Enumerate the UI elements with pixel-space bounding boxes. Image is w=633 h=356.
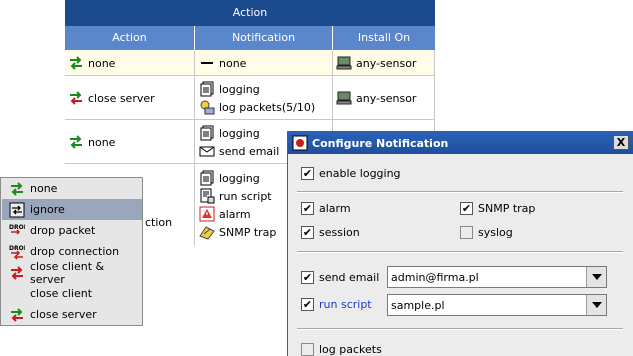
notification-cell[interactable]: run script: [199, 188, 272, 204]
notification-cell[interactable]: alarm: [199, 206, 251, 222]
alarm-checkbox[interactable]: ✔ alarm: [301, 202, 351, 215]
drop-packet-icon: DROP: [9, 223, 29, 239]
checkbox-box: ✔: [301, 226, 314, 239]
script-name-value: sample.pl: [391, 298, 445, 312]
accept-arrows-icon: [9, 181, 25, 197]
ignore-icon: [9, 202, 25, 218]
script-icon: [199, 188, 215, 204]
close-button[interactable]: X: [613, 135, 629, 150]
run-script-link[interactable]: run script: [319, 298, 372, 311]
checkbox-box: ✔: [301, 271, 314, 284]
sensor-icon: [336, 55, 352, 71]
chevron-down-icon[interactable]: [586, 295, 606, 315]
notification-cell[interactable]: logging: [199, 125, 260, 141]
syslog-checkbox[interactable]: syslog: [460, 226, 513, 239]
dash-icon: [199, 55, 215, 71]
action-cell[interactable]: ction: [145, 216, 172, 229]
action-context-menu: none ignore DROP drop packet DROP drop c…: [0, 177, 143, 326]
log-packets-checkbox[interactable]: log packets: [301, 343, 382, 356]
alarm-icon: [199, 206, 215, 222]
menu-item-close-client[interactable]: close client: [2, 283, 142, 304]
menu-item-none[interactable]: none: [2, 178, 142, 199]
divider: [297, 191, 623, 193]
menu-item-drop-packet[interactable]: DROP drop packet: [2, 220, 142, 241]
checkbox-box: ✔: [460, 202, 473, 215]
svg-text:DROP: DROP: [9, 245, 25, 252]
snmp-trap-icon: [199, 224, 215, 240]
menu-item-close-server[interactable]: close server: [2, 304, 142, 325]
accept-arrows-icon: [68, 134, 84, 150]
action-cell[interactable]: none: [68, 55, 115, 71]
notification-cell[interactable]: logging: [199, 81, 260, 97]
checkbox-box: ✔: [301, 202, 314, 215]
checkbox-box: [301, 343, 314, 356]
notification-cell[interactable]: SNMP trap: [199, 224, 276, 240]
script-name-combo[interactable]: sample.pl: [387, 294, 607, 316]
envelope-icon: [199, 143, 215, 159]
blank-icon: [9, 286, 25, 302]
configure-notification-dialog: Configure Notification X ✔ enable loggin…: [287, 131, 633, 356]
divider: [297, 328, 623, 330]
install-on-cell[interactable]: any-sensor: [336, 55, 416, 71]
log-packets-icon: [199, 99, 215, 115]
checkbox-box: ✔: [301, 298, 314, 311]
table-title: Action: [65, 0, 435, 26]
close-server-arrows-icon: [68, 90, 84, 106]
notification-cell[interactable]: logging: [199, 170, 260, 186]
log-document-icon: [199, 81, 215, 97]
drop-connection-icon: DROP: [9, 244, 29, 260]
install-on-cell[interactable]: any-sensor: [336, 90, 416, 106]
action-cell[interactable]: close server: [68, 90, 155, 106]
log-document-icon: [199, 125, 215, 141]
enable-logging-checkbox[interactable]: ✔ enable logging: [301, 167, 401, 180]
column-header-action[interactable]: Action: [65, 26, 195, 50]
close-both-arrows-icon: [9, 265, 25, 281]
notification-cell[interactable]: send email: [199, 143, 279, 159]
notification-cell[interactable]: log packets(5/10): [199, 99, 315, 115]
column-header-notification[interactable]: Notification: [195, 26, 333, 50]
action-cell[interactable]: none: [68, 134, 115, 150]
dialog-title: Configure Notification: [312, 136, 449, 150]
menu-item-ignore[interactable]: ignore: [2, 199, 142, 220]
chevron-down-icon[interactable]: [586, 267, 606, 287]
column-header-install-on[interactable]: Install On: [333, 26, 435, 50]
svg-text:DROP: DROP: [9, 224, 25, 231]
email-address-value: admin@firma.pl: [391, 270, 479, 284]
run-script-checkbox[interactable]: ✔ run script: [301, 298, 372, 311]
sensor-icon: [336, 90, 352, 106]
menu-item-close-client-server[interactable]: close client & server: [2, 260, 142, 286]
app-icon: [292, 135, 308, 151]
dialog-title-bar[interactable]: Configure Notification X: [288, 132, 633, 154]
checkbox-box: [460, 226, 473, 239]
email-address-combo[interactable]: admin@firma.pl: [387, 266, 607, 288]
session-checkbox[interactable]: ✔ session: [301, 226, 360, 239]
checkbox-box: ✔: [301, 167, 314, 180]
send-email-checkbox[interactable]: ✔ send email: [301, 271, 379, 284]
log-document-icon: [199, 170, 215, 186]
close-server-arrows-icon: [9, 307, 25, 323]
snmp-trap-checkbox[interactable]: ✔ SNMP trap: [460, 202, 535, 215]
notification-cell[interactable]: none: [199, 55, 246, 71]
divider: [297, 251, 623, 253]
accept-arrows-icon: [68, 55, 84, 71]
